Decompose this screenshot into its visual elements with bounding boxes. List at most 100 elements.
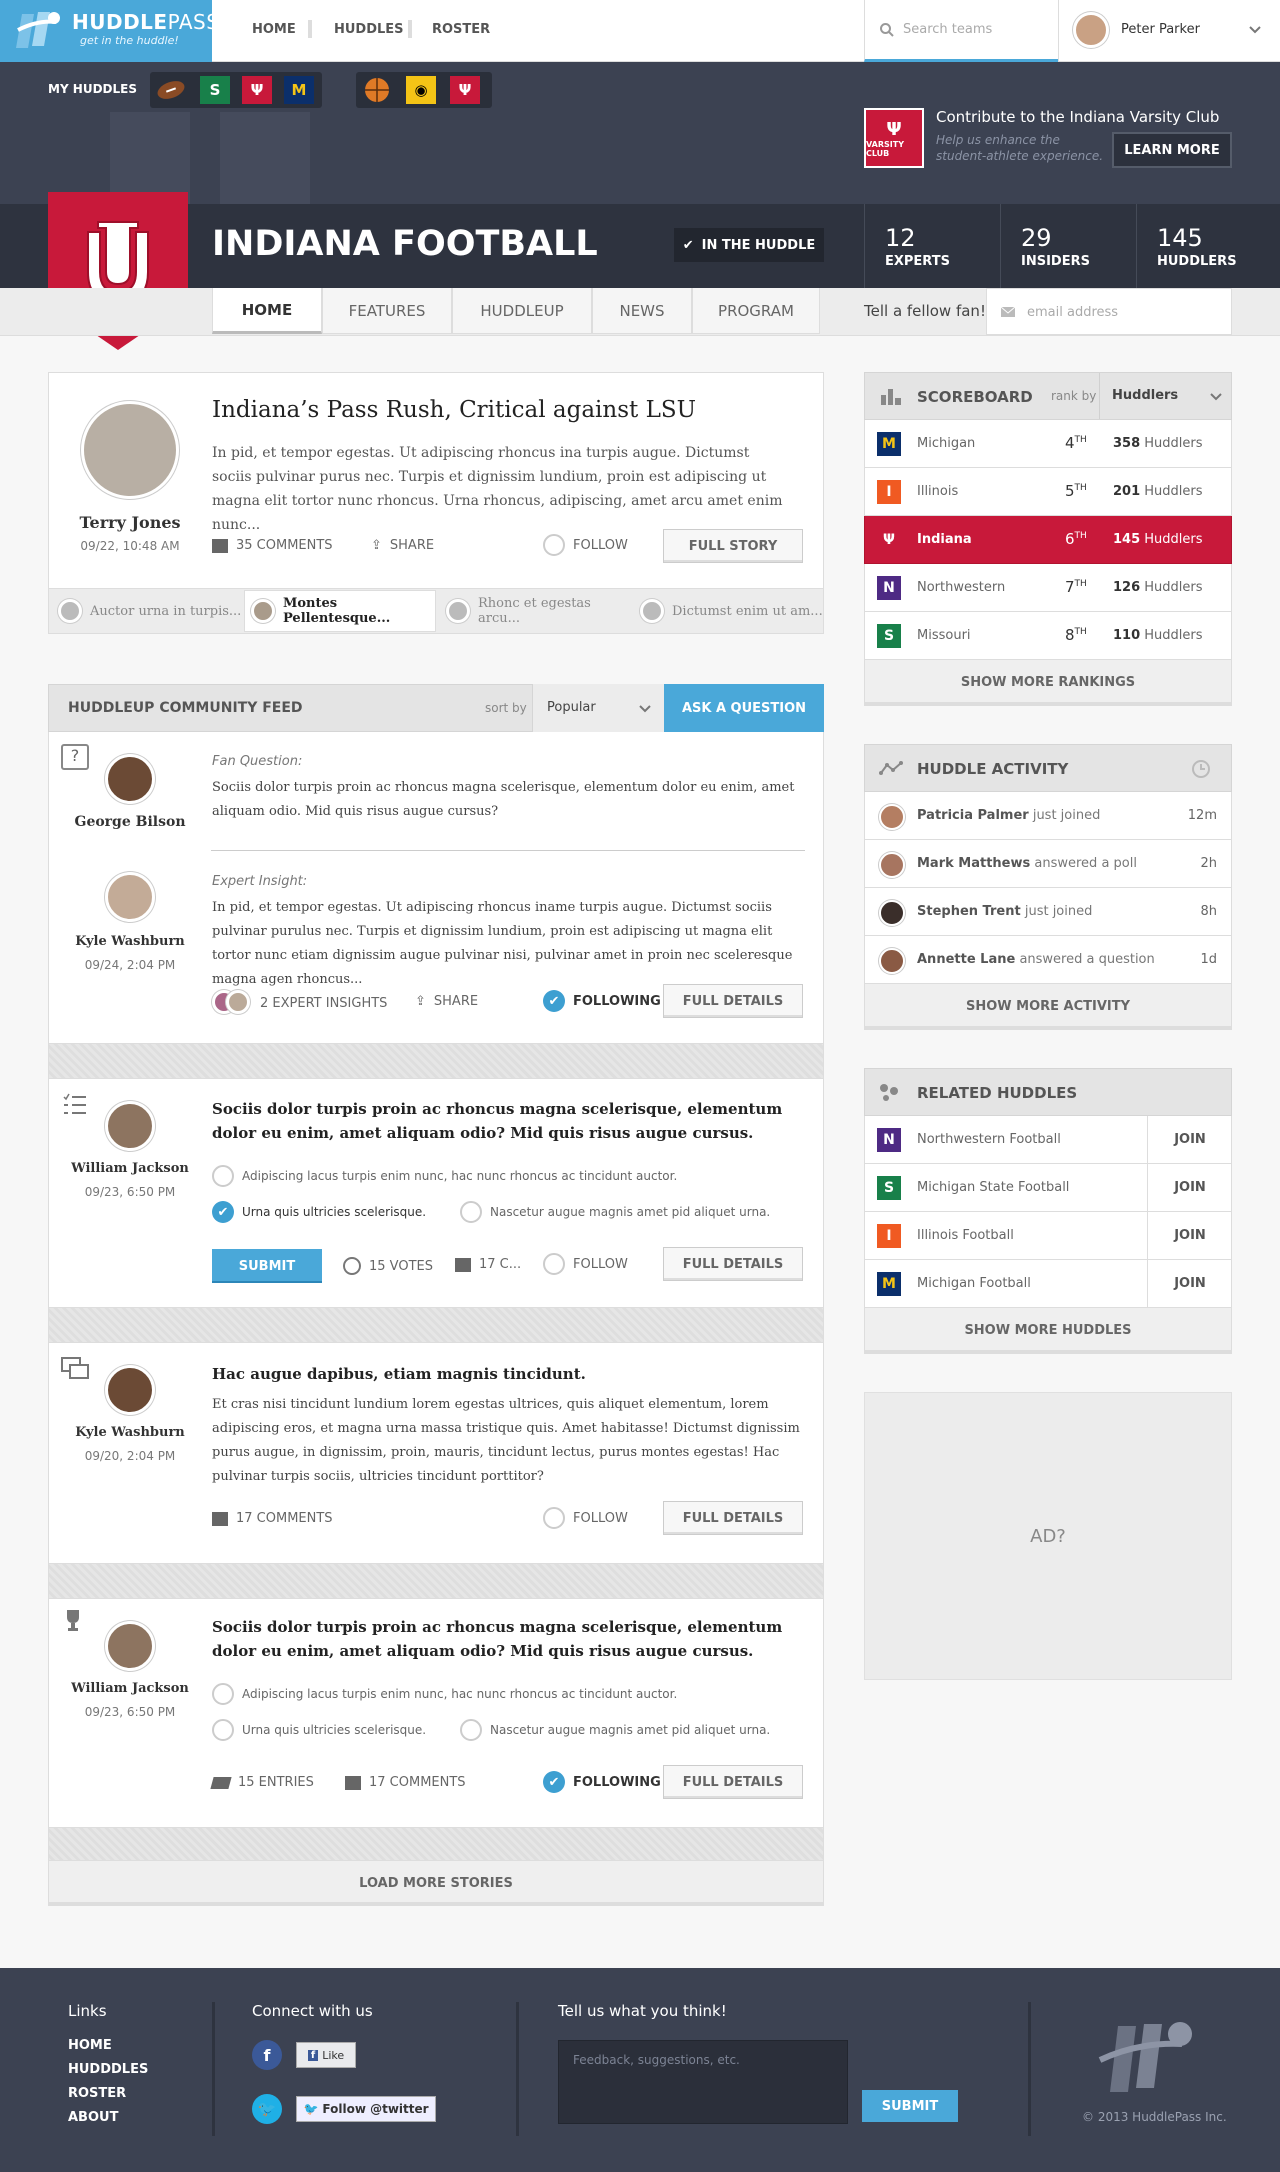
clock-icon[interactable] [1191, 759, 1211, 779]
scoreboard-row[interactable]: M Michigan 4TH 358 Huddlers [864, 420, 1232, 468]
join-button[interactable]: JOIN [1147, 1260, 1232, 1307]
comments-link[interactable]: 17 COMMENTS [212, 1511, 333, 1526]
huddle-name: Illinois Football [917, 1228, 1014, 1243]
follow-label: FOLLOW [573, 1256, 628, 1272]
following-toggle[interactable]: ✔ FOLLOWING [543, 1771, 661, 1793]
mizzou-huddle-icon[interactable]: ◉ [406, 76, 436, 104]
submit-vote-button[interactable]: SUBMIT [212, 1249, 322, 1283]
stat-huddlers[interactable]: 145 HUDDLERS [1136, 204, 1280, 288]
story-title[interactable]: Indiana’s Pass Rush, Critical against LS… [212, 397, 792, 423]
following-toggle[interactable]: ✔ FOLLOWING [543, 990, 661, 1012]
search-input[interactable]: Search teams [864, 0, 1058, 62]
user-menu[interactable]: Peter Parker [1058, 0, 1280, 62]
stat-value: 29 [1021, 224, 1052, 252]
tab-huddleup[interactable]: HUDDLEUP [452, 288, 592, 334]
related-story-4[interactable]: Dictumst enim ut am... [634, 592, 822, 630]
sort-select[interactable]: Popular [532, 684, 664, 732]
load-more-button[interactable]: LOAD MORE STORIES [48, 1860, 824, 1906]
in-the-huddle-button[interactable]: ✔ IN THE HUDDLE [674, 228, 824, 262]
scoreboard-row-current[interactable]: Ψ Indiana 6TH 145 Huddlers [864, 516, 1232, 564]
contest-option-2[interactable]: Urna quis ultricies scelerisque. [212, 1719, 426, 1741]
ask-question-button[interactable]: ASK A QUESTION [664, 684, 824, 732]
activity-row[interactable]: Stephen Trent just joined 8h [864, 888, 1232, 936]
activity-row[interactable]: Patricia Palmer just joined 12m [864, 792, 1232, 840]
join-button[interactable]: JOIN [1147, 1164, 1232, 1211]
indiana-basketball-huddle-icon[interactable]: Ψ [450, 76, 480, 104]
related-avatar [446, 599, 470, 623]
rank-by-select[interactable]: Huddlers [1099, 373, 1232, 419]
rank: 5TH [1065, 482, 1087, 500]
scoreboard-row[interactable]: S Missouri 8TH 110 Huddlers [864, 612, 1232, 660]
share-link[interactable]: ⇪ SHARE [371, 538, 434, 553]
full-details-button[interactable]: FULL DETAILS [663, 984, 803, 1018]
twitter-icon[interactable]: 🐦 [252, 2094, 282, 2124]
show-more-huddles-button[interactable]: SHOW MORE HUDDLES [864, 1308, 1232, 1354]
stat-insiders[interactable]: 29 INSIDERS [1000, 204, 1136, 288]
football-icon[interactable] [156, 76, 186, 104]
footer-link-huddles[interactable]: HUDDDLES [68, 2062, 148, 2077]
follow-toggle[interactable]: FOLLOW [543, 1253, 628, 1275]
full-details-button[interactable]: FULL DETAILS [663, 1765, 803, 1799]
msu-huddle-icon[interactable]: S [200, 76, 230, 104]
twitter-follow-button[interactable]: 🐦 Follow @twitter [296, 2096, 436, 2122]
email-input[interactable]: email address [986, 288, 1232, 335]
expert-insights-link[interactable]: 2 EXPERT INSIGHTS [212, 990, 387, 1016]
related-huddle-row[interactable]: M Michigan Football JOIN [864, 1260, 1232, 1308]
comments-link[interactable]: 17 COMMENTS [345, 1775, 466, 1790]
show-more-rankings-button[interactable]: SHOW MORE RANKINGS [864, 660, 1232, 706]
app-logo[interactable]: HUDDLEPASS get in the huddle! [0, 0, 219, 62]
full-story-button[interactable]: FULL STORY [663, 529, 803, 563]
related-huddle-row[interactable]: N Northwestern Football JOIN [864, 1116, 1232, 1164]
feedback-submit-button[interactable]: SUBMIT [862, 2090, 958, 2122]
post-type-label: Fan Question: [212, 754, 303, 769]
feedback-textarea[interactable]: Feedback, suggestions, etc. [558, 2040, 848, 2124]
follow-toggle[interactable]: FOLLOW [543, 534, 628, 556]
tab-news[interactable]: NEWS [592, 288, 692, 334]
nav-roster[interactable]: ROSTER [432, 22, 490, 37]
follow-toggle[interactable]: FOLLOW [543, 1507, 628, 1529]
basketball-icon[interactable] [362, 76, 392, 104]
poll-question[interactable]: Sociis dolor turpis proin ac rhoncus mag… [212, 1097, 802, 1145]
related-huddle-row[interactable]: I Illinois Football JOIN [864, 1212, 1232, 1260]
learn-more-button[interactable]: LEARN MORE [1112, 132, 1232, 168]
footer-link-home[interactable]: HOME [68, 2038, 112, 2053]
comments-link[interactable]: 35 COMMENTS [212, 538, 333, 553]
full-details-button[interactable]: FULL DETAILS [663, 1247, 803, 1281]
footer-link-about[interactable]: ABOUT [68, 2110, 118, 2125]
michigan-huddle-icon[interactable]: M [284, 76, 314, 104]
scoreboard-row[interactable]: N Northwestern 7TH 126 Huddlers [864, 564, 1232, 612]
scoreboard-row[interactable]: I Illinois 5TH 201 Huddlers [864, 468, 1232, 516]
related-story-3[interactable]: Rhonc et egestas arcu... [440, 592, 630, 630]
contest-option-1[interactable]: Adipiscing lacus turpis enim nunc, hac n… [212, 1683, 677, 1705]
join-button[interactable]: JOIN [1147, 1116, 1232, 1163]
related-story-1[interactable]: Auctor urna in turpis... [52, 592, 242, 630]
activity-graph-icon [879, 761, 903, 775]
related-huddle-row[interactable]: S Michigan State Football JOIN [864, 1164, 1232, 1212]
share-link[interactable]: ⇪ SHARE [415, 994, 478, 1009]
feed-title: HUDDLEUP COMMUNITY FEED [68, 700, 303, 716]
poll-option-2-selected[interactable]: ✔ Urna quis ultricies scelerisque. [212, 1201, 426, 1223]
full-details-button[interactable]: FULL DETAILS [663, 1501, 803, 1535]
discussion-title[interactable]: Hac augue dapibus, etiam magnis tincidun… [212, 1365, 802, 1383]
poll-option-3[interactable]: Nascetur augue magnis amet pid aliquet u… [460, 1201, 770, 1223]
contest-option-3[interactable]: Nascetur augue magnis amet pid aliquet u… [460, 1719, 770, 1741]
facebook-icon[interactable]: f [252, 2040, 282, 2070]
join-button[interactable]: JOIN [1147, 1212, 1232, 1259]
activity-row[interactable]: Annette Lane answered a question 1d [864, 936, 1232, 984]
show-more-activity-button[interactable]: SHOW MORE ACTIVITY [864, 984, 1232, 1030]
indiana-huddle-icon[interactable]: Ψ [242, 76, 272, 104]
footer-link-roster[interactable]: ROSTER [68, 2086, 126, 2101]
related-story-2-active[interactable]: Montes Pellentesque... [244, 590, 436, 632]
activity-row[interactable]: Mark Matthews answered a poll 2h [864, 840, 1232, 888]
tab-home[interactable]: HOME [212, 288, 322, 334]
stat-experts[interactable]: 12 EXPERTS [864, 204, 1000, 288]
facebook-like-button[interactable]: f Like [296, 2042, 356, 2068]
nav-home[interactable]: HOME [252, 22, 296, 37]
tab-program[interactable]: PROGRAM [692, 288, 820, 334]
mail-icon [1001, 307, 1015, 317]
poll-option-1[interactable]: Adipiscing lacus turpis enim nunc, hac n… [212, 1165, 677, 1187]
contest-question[interactable]: Sociis dolor turpis proin ac rhoncus mag… [212, 1615, 802, 1663]
comments-link[interactable]: 17 C... [455, 1257, 521, 1272]
nav-huddles[interactable]: HUDDLES [334, 22, 404, 37]
tab-features[interactable]: FEATURES [322, 288, 452, 334]
